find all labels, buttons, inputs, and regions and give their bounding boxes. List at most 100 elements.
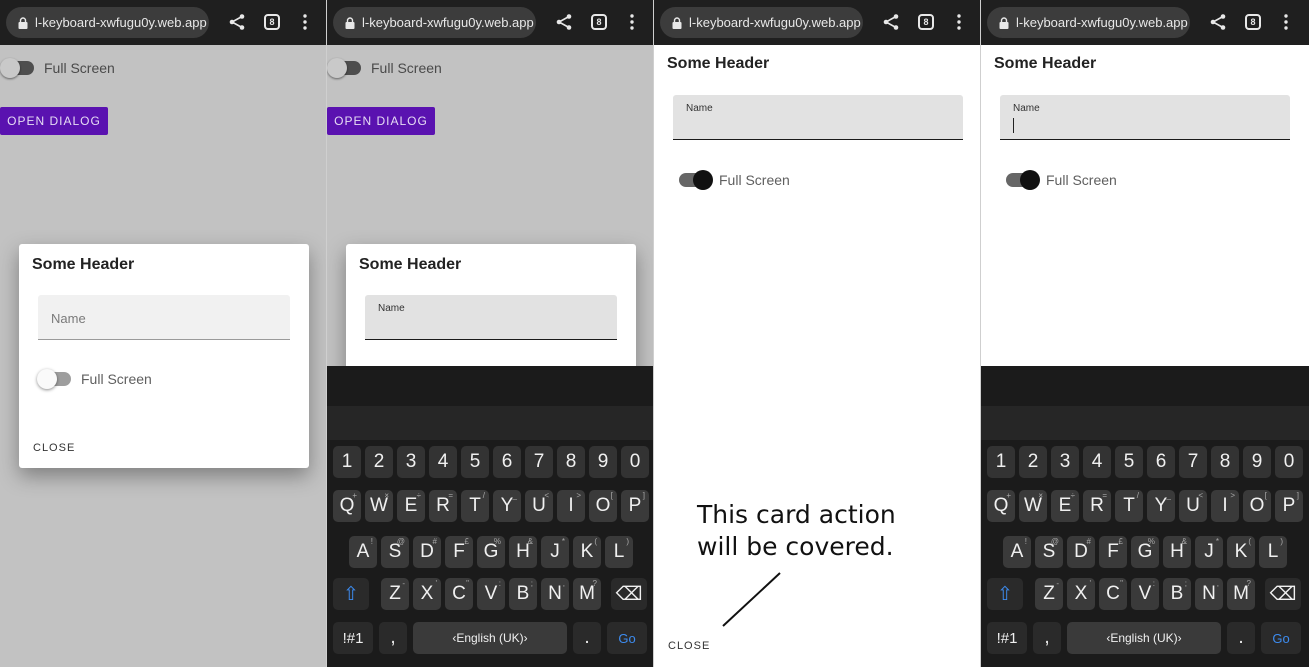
key-8[interactable]: 8	[1211, 446, 1239, 478]
share-icon[interactable]	[882, 13, 900, 31]
key-2[interactable]: 2	[1019, 446, 1047, 478]
period-key[interactable]: .	[573, 622, 601, 654]
dialog-fullscreen-switch[interactable]	[679, 170, 713, 190]
open-dialog-button[interactable]: OPEN DIALOG	[0, 107, 108, 135]
tab-switcher-button[interactable]: 8	[918, 14, 934, 30]
go-key[interactable]: Go	[607, 622, 647, 654]
key-9[interactable]: 9	[589, 446, 617, 478]
dialog-fullscreen-switch[interactable]	[1006, 170, 1040, 190]
space-key[interactable]: ‹ English (UK) ›	[413, 622, 567, 654]
share-icon[interactable]	[1209, 13, 1227, 31]
key-w[interactable]: W ×	[1019, 490, 1047, 522]
key-9[interactable]: 9	[1243, 446, 1271, 478]
share-icon[interactable]	[555, 13, 573, 31]
key-p[interactable]: P]	[621, 490, 649, 522]
key-j[interactable]: J *	[541, 536, 569, 568]
key-q[interactable]: Q +	[987, 490, 1015, 522]
period-key[interactable]: .	[1227, 622, 1255, 654]
shift-key[interactable]: ⇧	[987, 578, 1023, 610]
key-z[interactable]: Z-	[381, 578, 409, 610]
key-i[interactable]: I >	[557, 490, 585, 522]
key-v[interactable]: V:	[1131, 578, 1159, 610]
key-1[interactable]: 1	[987, 446, 1015, 478]
key-7[interactable]: 7	[1179, 446, 1207, 478]
key-a[interactable]: A!	[349, 536, 377, 568]
key-i[interactable]: I >	[1211, 490, 1239, 522]
key-q[interactable]: Q +	[333, 490, 361, 522]
close-button[interactable]: CLOSE	[668, 640, 710, 652]
key-v[interactable]: V:	[477, 578, 505, 610]
key-a[interactable]: A!	[1003, 536, 1031, 568]
shift-key[interactable]: ⇧	[333, 578, 369, 610]
key-b[interactable]: B;	[509, 578, 537, 610]
more-vert-icon[interactable]	[296, 13, 314, 31]
key-g[interactable]: G%	[477, 536, 505, 568]
key-s[interactable]: S @	[1035, 536, 1063, 568]
key-y[interactable]: Y _	[493, 490, 521, 522]
key-h[interactable]: H &	[1163, 536, 1191, 568]
key-o[interactable]: O[	[1243, 490, 1271, 522]
backspace-key[interactable]: ⌫	[611, 578, 647, 610]
symbols-key[interactable]: !#1	[333, 622, 373, 654]
key-x[interactable]: X '	[1067, 578, 1095, 610]
share-icon[interactable]	[228, 13, 246, 31]
page-fullscreen-switch[interactable]	[0, 58, 34, 78]
key-x[interactable]: X '	[413, 578, 441, 610]
key-l[interactable]: L)	[1259, 536, 1287, 568]
key-r[interactable]: R =	[1083, 490, 1111, 522]
key-u[interactable]: U <	[1179, 490, 1207, 522]
page-fullscreen-switch[interactable]	[327, 58, 361, 78]
key-6[interactable]: 6	[1147, 446, 1175, 478]
close-button[interactable]: CLOSE	[33, 442, 75, 454]
key-6[interactable]: 6	[493, 446, 521, 478]
comma-key[interactable]: ,	[1033, 622, 1061, 654]
key-e[interactable]: E ÷	[397, 490, 425, 522]
key-d[interactable]: D #	[413, 536, 441, 568]
url-bar[interactable]: l-keyboard-xwfugu0y.web.app	[660, 7, 863, 38]
key-g[interactable]: G%	[1131, 536, 1159, 568]
key-c[interactable]: C "	[445, 578, 473, 610]
more-vert-icon[interactable]	[623, 13, 641, 31]
key-o[interactable]: O[	[589, 490, 617, 522]
url-bar[interactable]: l-keyboard-xwfugu0y.web.app	[987, 7, 1190, 38]
tab-switcher-button[interactable]: 8	[1245, 14, 1261, 30]
name-field[interactable]: Name	[365, 295, 617, 340]
key-e[interactable]: E ÷	[1051, 490, 1079, 522]
key-w[interactable]: W ×	[365, 490, 393, 522]
go-key[interactable]: Go	[1261, 622, 1301, 654]
key-c[interactable]: C "	[1099, 578, 1127, 610]
key-t[interactable]: T /	[461, 490, 489, 522]
key-f[interactable]: F £	[1099, 536, 1127, 568]
symbols-key[interactable]: !#1	[987, 622, 1027, 654]
key-n[interactable]: N,	[1195, 578, 1223, 610]
key-r[interactable]: R =	[429, 490, 457, 522]
key-0[interactable]: 0	[621, 446, 649, 478]
key-k[interactable]: K(	[1227, 536, 1255, 568]
key-u[interactable]: U <	[525, 490, 553, 522]
key-5[interactable]: 5	[1115, 446, 1143, 478]
key-f[interactable]: F £	[445, 536, 473, 568]
key-m[interactable]: M?	[1227, 578, 1255, 610]
key-8[interactable]: 8	[557, 446, 585, 478]
name-field[interactable]: Name	[38, 295, 290, 340]
tab-switcher-button[interactable]: 8	[264, 14, 280, 30]
key-1[interactable]: 1	[333, 446, 361, 478]
key-3[interactable]: 3	[1051, 446, 1079, 478]
key-0[interactable]: 0	[1275, 446, 1303, 478]
key-y[interactable]: Y _	[1147, 490, 1175, 522]
key-n[interactable]: N,	[541, 578, 569, 610]
key-2[interactable]: 2	[365, 446, 393, 478]
more-vert-icon[interactable]	[950, 13, 968, 31]
key-4[interactable]: 4	[1083, 446, 1111, 478]
key-5[interactable]: 5	[461, 446, 489, 478]
key-3[interactable]: 3	[397, 446, 425, 478]
backspace-key[interactable]: ⌫	[1265, 578, 1301, 610]
dialog-fullscreen-switch[interactable]	[37, 369, 71, 389]
key-t[interactable]: T /	[1115, 490, 1143, 522]
name-field[interactable]: Name	[1000, 95, 1290, 140]
name-field[interactable]: Name	[673, 95, 963, 140]
url-bar[interactable]: l-keyboard-xwfugu0y.web.app	[333, 7, 536, 38]
key-h[interactable]: H &	[509, 536, 537, 568]
key-l[interactable]: L)	[605, 536, 633, 568]
key-p[interactable]: P]	[1275, 490, 1303, 522]
